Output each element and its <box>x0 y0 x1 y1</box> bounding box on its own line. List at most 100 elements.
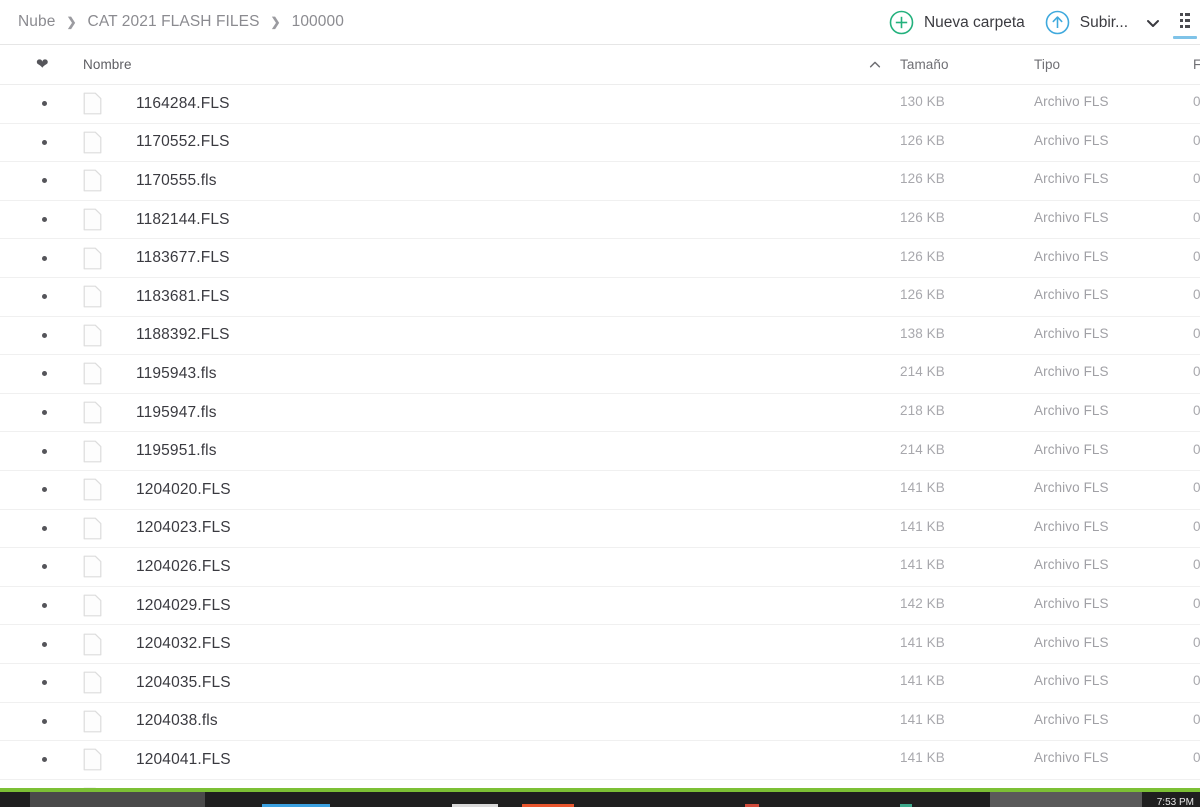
file-document-icon <box>83 594 102 617</box>
file-type-label: Archivo FLS <box>1034 403 1109 419</box>
row-marker[interactable] <box>36 587 66 625</box>
row-marker[interactable] <box>36 664 66 702</box>
row-marker[interactable] <box>36 278 66 316</box>
file-type-cell: Archivo FLS <box>1034 432 1174 470</box>
file-name-cell[interactable]: 1170555.fls <box>83 162 863 200</box>
breadcrumb-item-current[interactable]: 100000 <box>292 13 344 31</box>
file-name-cell[interactable]: 1183677.FLS <box>83 239 863 277</box>
row-marker[interactable] <box>36 394 66 432</box>
upload-button[interactable]: Subir... <box>1035 10 1138 35</box>
row-marker[interactable] <box>36 201 66 239</box>
table-row[interactable]: 1182144.FLS 126 KB Archivo FLS 0 <box>0 200 1200 240</box>
table-row[interactable]: 1188392.FLS 138 KB Archivo FLS 0 <box>0 316 1200 356</box>
file-type-label: Archivo FLS <box>1034 673 1109 689</box>
chevron-up-icon <box>868 58 882 72</box>
file-name-cell[interactable]: 1204023.FLS <box>83 510 863 548</box>
row-marker[interactable] <box>36 741 66 779</box>
file-size-label: 141 KB <box>900 480 945 496</box>
table-row[interactable]: 1195947.fls 218 KB Archivo FLS 0 <box>0 393 1200 433</box>
new-folder-label: Nueva carpeta <box>923 13 1025 31</box>
file-size-label: 142 KB <box>900 596 945 612</box>
table-row[interactable]: 1204020.FLS 141 KB Archivo FLS 0 <box>0 470 1200 510</box>
row-marker[interactable] <box>36 548 66 586</box>
row-marker[interactable] <box>36 317 66 355</box>
taskbar-clock[interactable]: 7:53 PM <box>1157 797 1194 807</box>
table-row[interactable]: 1204023.FLS 141 KB Archivo FLS 0 <box>0 509 1200 549</box>
file-document-icon <box>83 748 102 771</box>
type-column-header[interactable]: Tipo <box>1034 45 1174 84</box>
row-marker[interactable] <box>36 162 66 200</box>
dot-icon <box>42 487 47 493</box>
file-name-cell[interactable]: 1204026.FLS <box>83 548 863 586</box>
row-marker[interactable] <box>36 239 66 277</box>
favorite-column-header[interactable]: ❤ <box>36 45 66 84</box>
table-row[interactable]: 1195943.fls 214 KB Archivo FLS 0 <box>0 355 1200 394</box>
name-column-header[interactable]: Nombre <box>83 45 863 84</box>
size-column-header[interactable]: Tamaño <box>900 45 1020 84</box>
table-row[interactable]: 1183681.FLS 126 KB Archivo FLS 0 <box>0 277 1200 317</box>
dot-icon <box>42 139 47 145</box>
taskbar[interactable]: 7:53 PM <box>0 792 1200 807</box>
table-row[interactable]: 1204026.FLS 141 KB Archivo FLS 0 <box>0 548 1200 587</box>
row-marker[interactable] <box>36 432 66 470</box>
file-name-label: 1195947.fls <box>136 403 217 421</box>
row-marker[interactable] <box>36 124 66 162</box>
table-row[interactable]: 1204029.FLS 142 KB Archivo FLS 0 <box>0 586 1200 626</box>
file-name-cell[interactable]: 1188392.FLS <box>83 317 863 355</box>
file-name-cell[interactable]: 1183681.FLS <box>83 278 863 316</box>
file-name-cell[interactable]: 1170552.FLS <box>83 124 863 162</box>
file-date-cell: 0 <box>1193 471 1200 509</box>
file-date-cell: 0 <box>1193 162 1200 200</box>
table-row[interactable]: 1164284.FLS 130 KB Archivo FLS 0 <box>0 85 1200 124</box>
table-row[interactable]: 1204032.FLS 141 KB Archivo FLS 0 <box>0 625 1200 664</box>
file-document-icon <box>83 131 102 154</box>
file-name-cell[interactable]: 1204032.FLS <box>83 625 863 663</box>
list-view-toggle-button[interactable] <box>1172 0 1198 45</box>
file-name-cell[interactable]: 1195943.fls <box>83 355 863 393</box>
breadcrumb-item-folder[interactable]: CAT 2021 FLASH FILES <box>88 13 260 31</box>
file-name-cell[interactable]: 1204038.fls <box>83 703 863 741</box>
file-type-label: Archivo FLS <box>1034 171 1109 187</box>
taskbar-item[interactable] <box>30 792 205 807</box>
row-marker[interactable] <box>36 85 66 123</box>
file-date-label: 0 <box>1193 711 1200 727</box>
file-document-icon <box>83 633 102 656</box>
table-row[interactable]: 1204035.FLS 141 KB Archivo FLS 0 <box>0 663 1200 703</box>
table-row[interactable]: 1204038.fls 141 KB Archivo FLS 0 <box>0 702 1200 742</box>
table-row[interactable]: 1183677.FLS 126 KB Archivo FLS 0 <box>0 239 1200 278</box>
file-size-cell: 126 KB <box>900 201 1020 239</box>
file-name-cell[interactable]: 1195947.fls <box>83 394 863 432</box>
row-marker[interactable] <box>36 510 66 548</box>
file-name-cell[interactable]: 1195951.fls <box>83 432 863 470</box>
table-row[interactable]: 1204041.FLS 141 KB Archivo FLS 0 <box>0 741 1200 780</box>
sort-ascending-indicator[interactable] <box>868 45 892 84</box>
file-date-label: 0 <box>1193 441 1200 457</box>
file-date-cell: 0 <box>1193 548 1200 586</box>
taskbar-item[interactable] <box>990 792 1142 807</box>
file-name-cell[interactable]: 1182144.FLS <box>83 201 863 239</box>
row-marker[interactable] <box>36 625 66 663</box>
table-row[interactable]: 1195951.fls 214 KB Archivo FLS 0 <box>0 432 1200 471</box>
row-marker[interactable] <box>36 355 66 393</box>
file-document-icon <box>83 478 102 501</box>
table-row[interactable]: 1170552.FLS 126 KB Archivo FLS 0 <box>0 123 1200 163</box>
row-marker[interactable] <box>36 703 66 741</box>
file-list[interactable]: 1164284.FLS 130 KB Archivo FLS 0 1170552.FLS… <box>0 85 1200 807</box>
file-date-label: 0 <box>1193 171 1200 187</box>
new-folder-button[interactable]: Nueva carpeta <box>879 10 1035 35</box>
file-name-cell[interactable]: 1204041.FLS <box>83 741 863 779</box>
breadcrumb-item-root[interactable]: Nube <box>18 13 55 31</box>
file-name-cell[interactable]: 1204029.FLS <box>83 587 863 625</box>
file-name-cell[interactable]: 1204035.FLS <box>83 664 863 702</box>
upload-dropdown-chevron-down-icon[interactable] <box>1144 14 1162 32</box>
dot-icon <box>42 448 47 454</box>
date-column-header[interactable]: F <box>1193 45 1200 84</box>
file-type-cell: Archivo FLS <box>1034 124 1174 162</box>
table-row[interactable]: 1170555.fls 126 KB Archivo FLS 0 <box>0 162 1200 201</box>
row-marker[interactable] <box>36 471 66 509</box>
file-name-cell[interactable]: 1204020.FLS <box>83 471 863 509</box>
breadcrumb-separator-icon: ❯ <box>66 15 77 29</box>
file-name-label: 1183681.FLS <box>136 287 230 305</box>
file-name-cell[interactable]: 1164284.FLS <box>83 85 863 123</box>
file-name-label: 1183677.FLS <box>136 249 230 267</box>
